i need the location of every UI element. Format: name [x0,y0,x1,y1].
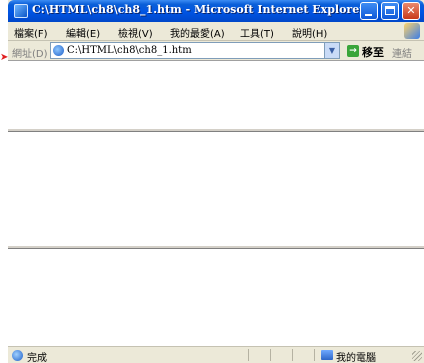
zone-text: 我的電腦 [336,353,376,363]
address-dropdown-button[interactable]: ▼ [324,43,339,58]
address-bar: 網址(D) C:\HTML\ch8\ch8_1.htm ▼ → 移至 連結 [8,41,424,61]
status-divider [248,349,249,361]
links-button[interactable]: 連結 [392,45,412,60]
status-text: 完成 [27,353,47,363]
ie-icon[interactable] [14,4,28,18]
status-bar: 完成 我的電腦 [8,346,424,363]
resize-grip[interactable] [412,351,422,361]
menu-help[interactable]: 說明(H) [292,25,327,40]
frame-middle[interactable] [8,132,424,245]
address-value: C:\HTML\ch8\ch8_1.htm [67,45,192,56]
go-button[interactable]: 移至 [362,44,384,60]
maximize-button[interactable] [381,2,399,20]
chevron-down-icon: ▼ [328,46,336,55]
menu-tools[interactable]: 工具(T) [240,25,274,40]
menu-view[interactable]: 檢視(V) [118,25,153,40]
content-area [8,61,424,346]
menu-bar: 檔案(F) 編輯(E) 檢視(V) 我的最愛(A) 工具(T) 說明(H) [8,22,424,41]
minimize-icon [365,14,372,16]
browser-window: C:\HTML\ch8\ch8_1.htm - Microsoft Intern… [8,0,424,363]
status-divider [270,349,271,361]
address-label: 網址(D) [12,49,48,60]
menu-favorites[interactable]: 我的最愛(A) [170,25,225,40]
status-divider [292,349,293,361]
window-title: C:\HTML\ch8\ch8_1.htm - Microsoft Intern… [32,3,366,16]
close-icon: ✕ [406,4,416,17]
page-icon [53,45,64,56]
minimize-button[interactable] [360,2,378,20]
frame-top[interactable] [8,61,424,128]
close-button[interactable]: ✕ [402,2,420,20]
title-bar[interactable]: C:\HTML\ch8\ch8_1.htm - Microsoft Intern… [8,0,424,22]
status-divider [314,349,315,361]
menu-file[interactable]: 檔案(F) [14,25,48,40]
address-input[interactable]: C:\HTML\ch8\ch8_1.htm ▼ [50,42,340,59]
frame-bottom[interactable] [8,249,424,346]
menu-edit[interactable]: 編輯(E) [66,25,100,40]
my-computer-icon [321,350,333,360]
done-icon [12,350,23,361]
maximize-icon [385,6,395,15]
go-arrow-icon[interactable]: → [347,45,359,57]
windows-logo-icon [404,23,420,39]
